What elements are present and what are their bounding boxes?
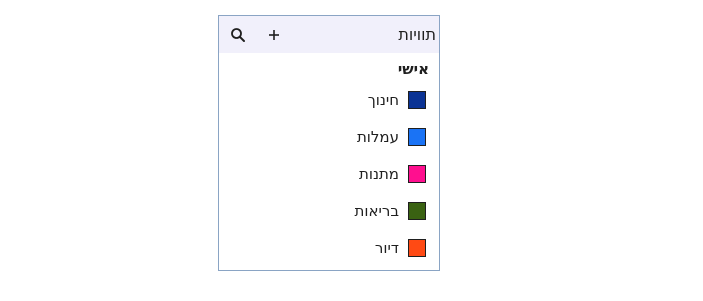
label-text: מתנות [359,164,399,183]
label-text: חינוך [367,90,399,109]
label-item-health[interactable]: בריאות [219,192,439,229]
label-list: חינוך עמלות מתנות בריאות דיור [219,81,439,266]
search-icon[interactable] [228,25,248,45]
section-heading-personal: אישי [397,60,429,78]
color-swatch [408,238,426,257]
label-text: עמלות [356,127,399,146]
color-swatch [408,164,426,183]
plus-icon[interactable] [264,25,284,45]
label-item-housing[interactable]: דיור [219,229,439,266]
labels-panel: תוויות אישי חינוך עמלות מתנות בריאות דיו… [218,15,440,271]
color-swatch [408,127,426,146]
labels-panel-header: תוויות [219,16,439,53]
color-swatch [408,90,426,109]
label-item-gifts[interactable]: מתנות [219,155,439,192]
label-item-education[interactable]: חינוך [219,81,439,118]
header-actions [219,25,284,45]
color-swatch [408,201,426,220]
label-text: בריאות [354,201,399,220]
label-text: דיור [374,238,399,257]
label-item-fees[interactable]: עמלות [219,118,439,155]
labels-panel-title: תוויות [398,25,436,44]
